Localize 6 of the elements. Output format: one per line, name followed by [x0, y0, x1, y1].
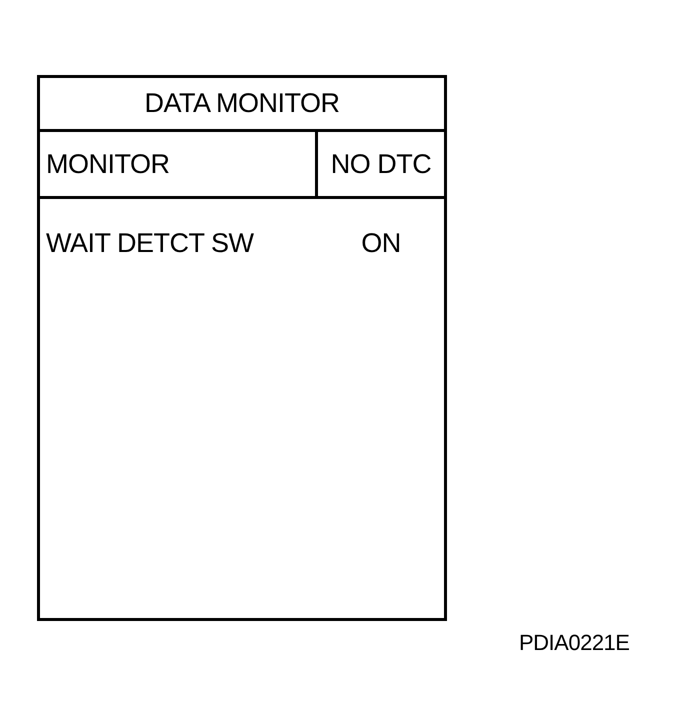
- column-header: MONITOR: [46, 148, 170, 180]
- figure-code: PDIA0221E: [519, 631, 630, 655]
- item-label: WAIT DETCT SW: [46, 228, 254, 258]
- panel-title: DATA MONITOR: [144, 88, 340, 119]
- item-value: ON: [361, 228, 401, 258]
- dtc-status: NO DTC: [330, 148, 432, 180]
